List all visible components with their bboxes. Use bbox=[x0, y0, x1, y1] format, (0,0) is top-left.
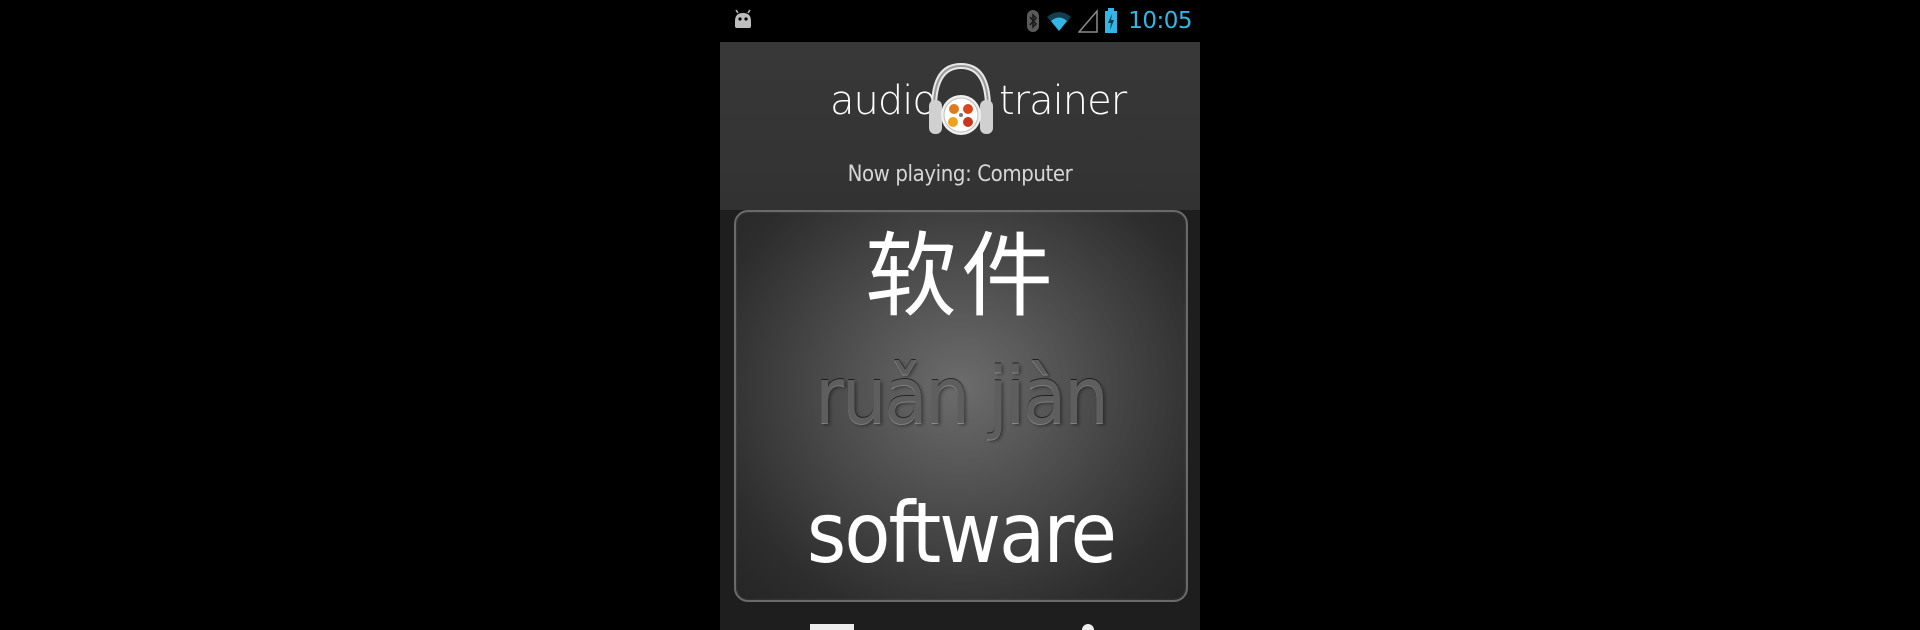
status-clock: 10:05 bbox=[1128, 8, 1192, 34]
signal-icon bbox=[1078, 9, 1098, 33]
wifi-icon bbox=[1047, 12, 1072, 31]
english-translation: software bbox=[806, 484, 1117, 582]
bluetooth-icon bbox=[1027, 10, 1040, 32]
headphones-icon bbox=[929, 62, 993, 135]
now-playing-label: Now playing: Computer bbox=[847, 162, 1073, 187]
hanzi-text: 软件 bbox=[864, 223, 1057, 330]
control-button-right[interactable] bbox=[1082, 624, 1094, 630]
status-bar: 10:05 bbox=[720, 0, 1200, 42]
status-icons: 10:05 bbox=[1026, 6, 1192, 36]
pinyin-text: ruǎn jiàn bbox=[815, 352, 1109, 442]
control-button-left[interactable] bbox=[810, 624, 854, 630]
phone-screen: 10:05 audio trainer Now playing: Compute… bbox=[720, 0, 1200, 630]
app-logo: audio trainer bbox=[720, 60, 1200, 140]
logo-text-trainer: trainer bbox=[999, 78, 1127, 124]
android-debug-icon bbox=[735, 9, 751, 28]
logo-text-audio: audio bbox=[830, 78, 937, 124]
battery-charging-icon bbox=[1105, 8, 1118, 33]
flashcard[interactable]: 软件 ruǎn jiàn software bbox=[734, 210, 1188, 602]
flashcard-area: 软件 ruǎn jiàn software bbox=[720, 210, 1200, 630]
playback-controls bbox=[720, 610, 1200, 630]
app-header: audio trainer Now playing: Computer bbox=[720, 42, 1200, 210]
